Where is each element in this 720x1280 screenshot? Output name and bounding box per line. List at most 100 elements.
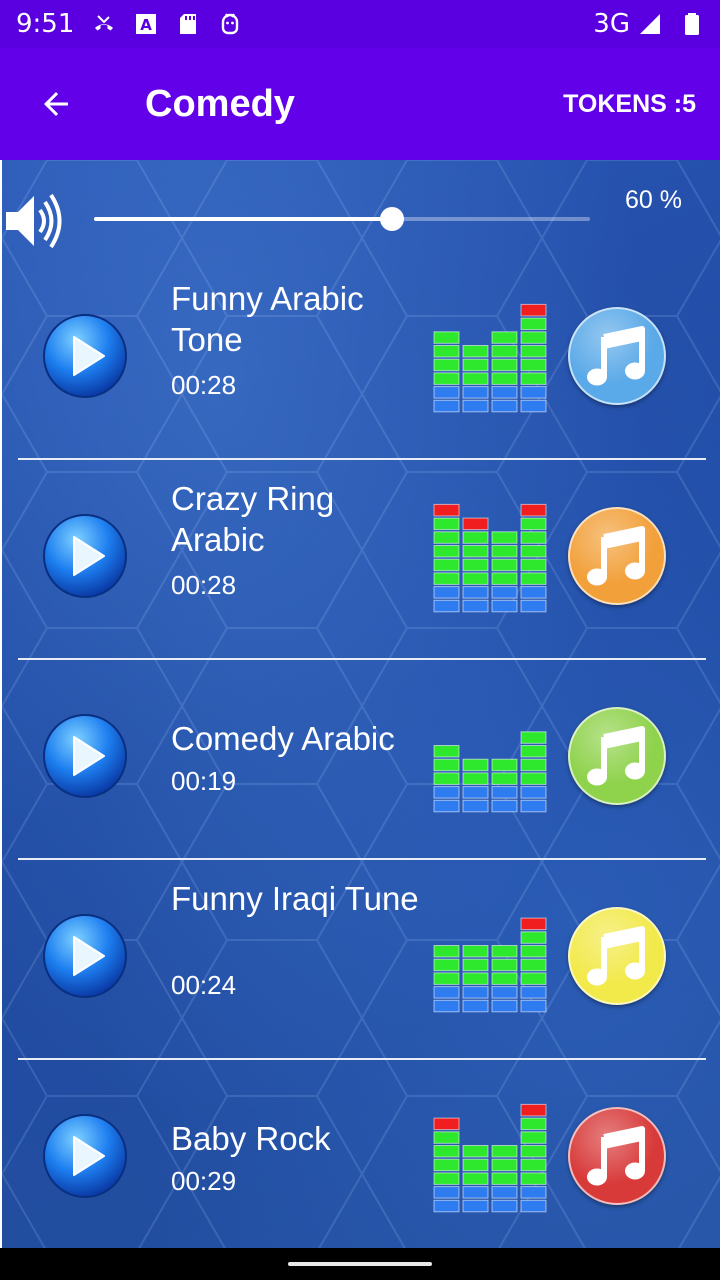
equalizer-segment <box>433 1117 460 1131</box>
play-icon[interactable] <box>42 913 128 999</box>
equalizer-segment <box>491 945 518 958</box>
set-ringtone-button[interactable] <box>568 707 666 805</box>
equalizer-segment <box>462 599 489 613</box>
battery-icon <box>685 13 699 35</box>
equalizer-segment <box>433 945 460 958</box>
song-title: Comedy Arabic <box>171 720 395 757</box>
equalizer-segment <box>491 999 518 1013</box>
equalizer-icon <box>433 731 547 813</box>
equalizer-segment <box>491 958 518 972</box>
equalizer-segment <box>520 945 547 958</box>
equalizer-segment <box>520 531 547 544</box>
clock: 9:51 <box>16 9 75 39</box>
equalizer-segment <box>520 503 547 517</box>
equalizer-segment <box>462 517 489 531</box>
song-row[interactable]: Funny Iraqi Tune 00:24 <box>18 860 706 1060</box>
equalizer-segment <box>462 558 489 572</box>
play-icon[interactable] <box>42 513 128 599</box>
equalizer-segment <box>433 572 460 585</box>
song-row[interactable]: Crazy Ring Arabic 00:28 <box>18 460 706 660</box>
equalizer-segment <box>462 958 489 972</box>
equalizer-segment <box>462 358 489 372</box>
song-row[interactable]: Baby Rock 00:29 <box>18 1060 706 1248</box>
equalizer-segment <box>520 986 547 999</box>
equalizer-segment <box>491 572 518 585</box>
equalizer-segment <box>462 799 489 813</box>
equalizer-segment <box>491 1172 518 1185</box>
equalizer-segment <box>433 1172 460 1185</box>
set-ringtone-button[interactable] <box>568 507 666 605</box>
equalizer-segment <box>520 358 547 372</box>
equalizer-segment <box>433 545 460 558</box>
equalizer-segment <box>520 572 547 585</box>
equalizer-segment <box>520 386 547 399</box>
equalizer-segment <box>491 386 518 399</box>
app-bar: Comedy TOKENS :5 <box>0 48 720 160</box>
equalizer-segment <box>462 572 489 585</box>
speaker-icon[interactable] <box>4 190 64 252</box>
equalizer-segment <box>462 372 489 385</box>
equalizer-segment <box>520 372 547 385</box>
equalizer-segment <box>520 399 547 413</box>
equalizer-segment <box>491 986 518 999</box>
song-row[interactable]: Comedy Arabic 00:19 <box>18 660 706 860</box>
equalizer-segment <box>491 599 518 613</box>
equalizer-segment <box>462 345 489 358</box>
volume-slider-thumb[interactable] <box>379 207 404 231</box>
home-handle[interactable] <box>288 1262 432 1266</box>
song-title: Funny Iraqi Tune <box>171 880 419 917</box>
equalizer-segment <box>491 331 518 344</box>
equalizer-segment <box>433 786 460 799</box>
equalizer-segment <box>520 545 547 558</box>
equalizer-segment <box>433 1145 460 1158</box>
equalizer-segment <box>520 786 547 799</box>
equalizer-segment <box>520 731 547 744</box>
equalizer-segment <box>520 1172 547 1185</box>
equalizer-segment <box>462 1199 489 1213</box>
ringtone-list-panel: 60 % Funny Arabic Tone 00:28 Crazy Ring Ar… <box>0 160 720 1248</box>
equalizer-segment <box>462 386 489 399</box>
song-duration: 00:28 <box>171 570 237 600</box>
equalizer-segment <box>520 317 547 331</box>
equalizer-segment <box>433 558 460 572</box>
set-ringtone-button[interactable] <box>568 307 666 405</box>
arrow-back-icon <box>44 92 68 116</box>
equalizer-icon <box>433 503 547 613</box>
set-ringtone-button[interactable] <box>568 1107 666 1205</box>
volume-slider[interactable] <box>94 207 590 231</box>
equalizer-icon <box>433 917 547 1013</box>
play-icon[interactable] <box>42 1113 128 1199</box>
volume-slider-fill <box>94 217 392 221</box>
set-ringtone-button[interactable] <box>568 907 666 1005</box>
equalizer-segment <box>520 1103 547 1117</box>
equalizer-segment <box>462 1172 489 1185</box>
equalizer-segment <box>433 386 460 399</box>
equalizer-segment <box>491 586 518 599</box>
equalizer-segment <box>433 358 460 372</box>
equalizer-segment <box>520 772 547 785</box>
equalizer-segment <box>491 558 518 572</box>
song-row[interactable]: Funny Arabic Tone 00:28 <box>18 260 706 460</box>
play-icon[interactable] <box>42 713 128 799</box>
song-title: Funny Arabic Tone <box>171 280 364 358</box>
equalizer-segment <box>433 399 460 413</box>
equalizer-segment <box>491 358 518 372</box>
back-button[interactable] <box>0 48 112 160</box>
status-left: 9:51 A <box>16 9 242 39</box>
equalizer-segment <box>520 599 547 613</box>
navigation-bar <box>0 1248 720 1280</box>
equalizer-segment <box>433 772 460 785</box>
equalizer-segment <box>491 1145 518 1158</box>
play-icon[interactable] <box>42 313 128 399</box>
equalizer-segment <box>433 503 460 517</box>
equalizer-segment <box>520 758 547 772</box>
tokens-counter[interactable]: TOKENS :5 <box>563 90 696 119</box>
equalizer-segment <box>462 972 489 985</box>
equalizer-segment <box>462 758 489 772</box>
equalizer-segment <box>491 772 518 785</box>
equalizer-segment <box>433 372 460 385</box>
equalizer-segment <box>462 999 489 1013</box>
equalizer-segment <box>520 558 547 572</box>
equalizer-segment <box>491 545 518 558</box>
equalizer-icon <box>433 303 547 413</box>
